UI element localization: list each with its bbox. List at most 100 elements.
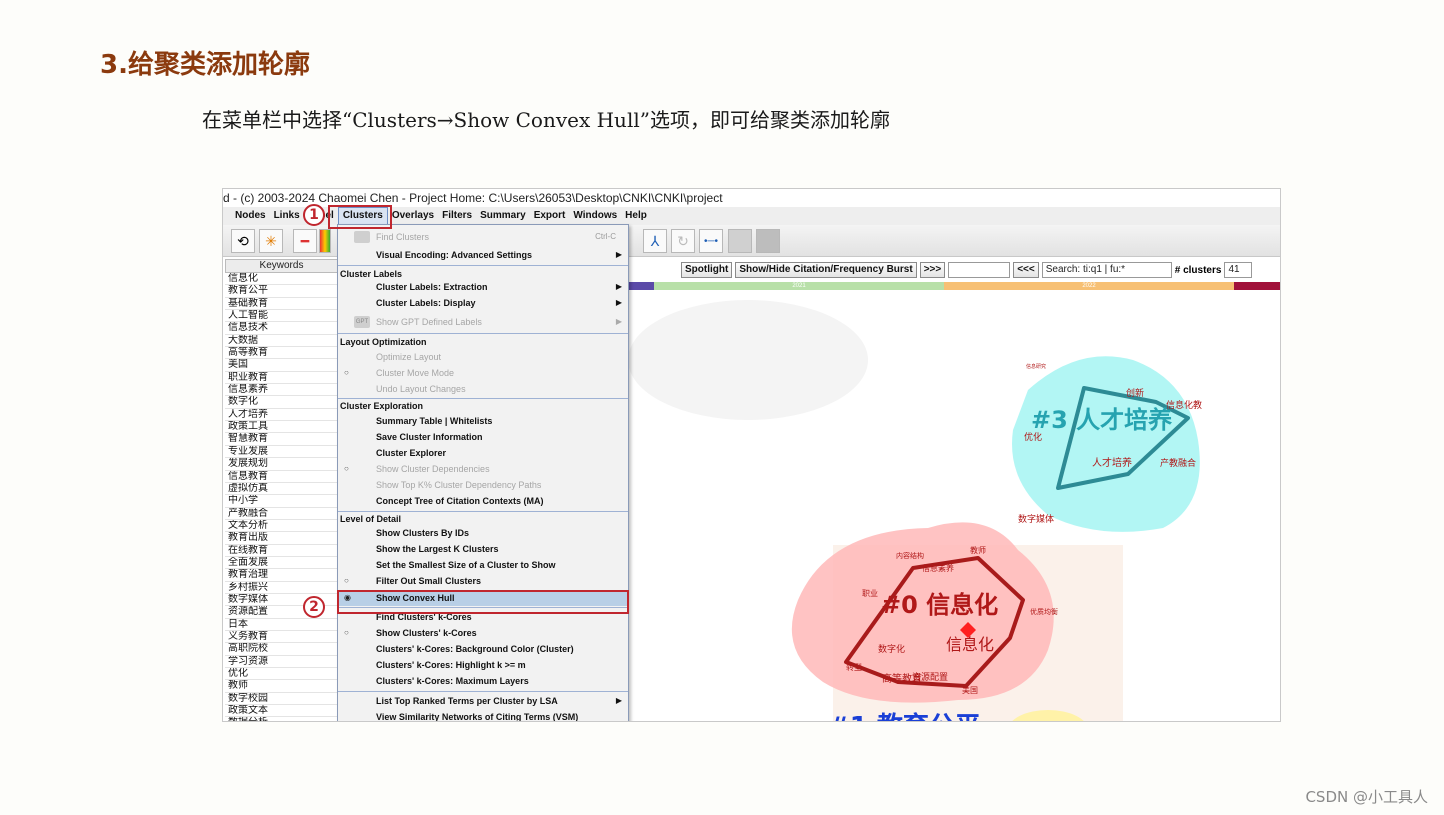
cluster-3-label[interactable]: #3 人才培养: [1031, 406, 1172, 434]
menu-cluster-dependencies[interactable]: ○ Show Cluster Dependencies: [338, 461, 628, 477]
keyword-item[interactable]: 专业发展: [225, 446, 338, 459]
menu-cluster-explorer[interactable]: Cluster Explorer: [338, 445, 628, 461]
keyword-item[interactable]: 政策工具: [225, 421, 338, 434]
menu-cluster-move-mode[interactable]: ○ Cluster Move Mode: [338, 365, 628, 381]
menu-help[interactable]: Help: [621, 207, 651, 225]
keyword-item[interactable]: 数字校园: [225, 693, 338, 706]
keyword-item[interactable]: 大数据: [225, 335, 338, 348]
keyword-item[interactable]: 基础教育: [225, 298, 338, 311]
cluster-3-term[interactable]: 创新: [1126, 387, 1144, 398]
menu-summary-table[interactable]: Summary Table | Whitelists: [338, 413, 628, 429]
keyword-item[interactable]: 乡村振兴: [225, 582, 338, 594]
keyword-item[interactable]: 人工智能: [225, 310, 338, 323]
menu-save-cluster-info[interactable]: Save Cluster Information: [338, 429, 628, 445]
color-icon[interactable]: [319, 229, 331, 253]
menu-kcores-highlight[interactable]: Clusters' k-Cores: Highlight k >= m: [338, 657, 628, 673]
keyword-item[interactable]: 信息素养: [225, 384, 338, 397]
rotate-icon[interactable]: ↻: [671, 229, 695, 253]
export-icon[interactable]: [756, 229, 780, 253]
menu-clusters-by-ids[interactable]: Show Clusters By IDs: [338, 525, 628, 541]
menu-filter-small-clusters[interactable]: ○ Filter Out Small Clusters: [338, 573, 628, 589]
line-icon[interactable]: ━: [293, 229, 317, 253]
menu-gpt-labels[interactable]: GPT Show GPT Defined Labels ▶: [338, 314, 628, 330]
keyword-item[interactable]: 教育公平: [225, 285, 338, 298]
menu-overlays[interactable]: Overlays: [388, 207, 438, 225]
keyword-item[interactable]: 优化: [225, 668, 338, 681]
blank-field[interactable]: [948, 262, 1011, 278]
cluster-1-label[interactable]: #1 教育公平: [828, 711, 981, 722]
menu-windows[interactable]: Windows: [569, 207, 621, 225]
keyword-item[interactable]: 教育治理: [225, 569, 338, 582]
cluster-0-term[interactable]: 美国: [962, 685, 978, 695]
cluster-3-term[interactable]: 优化: [1024, 431, 1042, 442]
search-input[interactable]: Search: ti:q1 | fu:*: [1041, 262, 1172, 278]
clusters-count-field[interactable]: 41: [1224, 262, 1253, 278]
keyword-item[interactable]: 数字化: [225, 396, 338, 409]
menu-links[interactable]: Links: [270, 207, 304, 225]
keyword-item[interactable]: 教师: [225, 680, 338, 693]
cluster-0-term[interactable]: 数字化: [878, 643, 905, 654]
menu-find-clusters[interactable]: Find Clusters Ctrl-C: [338, 229, 628, 245]
refresh-icon[interactable]: ⟲: [231, 229, 255, 253]
keyword-item[interactable]: 中小学: [225, 495, 338, 508]
cluster-0-term[interactable]: 信息化: [946, 636, 994, 654]
menu-summary[interactable]: Summary: [476, 207, 530, 225]
timeline-icon[interactable]: •─•: [699, 229, 723, 253]
keyword-item[interactable]: 智慧教育: [225, 433, 338, 446]
menu-smallest-size[interactable]: Set the Smallest Size of a Cluster to Sh…: [338, 557, 628, 573]
keyword-item[interactable]: 学习资源: [225, 656, 338, 668]
keyword-item[interactable]: 教育出版: [225, 532, 338, 545]
menu-nodes[interactable]: Nodes: [231, 207, 270, 225]
keyword-item[interactable]: 日本: [225, 619, 338, 631]
keyword-item[interactable]: 信息教育: [225, 471, 338, 483]
menu-labels-display[interactable]: Cluster Labels: Display ▶: [338, 295, 628, 311]
network-canvas[interactable]: #3 人才培养 信息研究 创新 信息化教 优化 人才培养 产教融合 数字媒体 #…: [628, 290, 1280, 722]
keyword-item[interactable]: 人才培养: [225, 409, 338, 422]
menu-visual-encoding[interactable]: Visual Encoding: Advanced Settings ▶: [338, 247, 628, 263]
menu-largest-k[interactable]: Show the Largest K Clusters: [338, 541, 628, 557]
keyword-item[interactable]: 发展规划: [225, 458, 338, 471]
menu-lsa-terms[interactable]: List Top Ranked Terms per Cluster by LSA…: [338, 693, 628, 709]
menu-export[interactable]: Export: [530, 207, 570, 225]
network-icon[interactable]: ⅄: [643, 229, 667, 253]
keyword-item[interactable]: 美国: [225, 359, 338, 372]
keyword-item[interactable]: 义务教育: [225, 631, 338, 644]
menu-undo-layout[interactable]: Undo Layout Changes: [338, 381, 628, 397]
cluster-0-term[interactable]: 优质均衡: [1030, 607, 1058, 616]
cluster-3-term[interactable]: 产教融合: [1160, 457, 1196, 468]
prev-button[interactable]: <<<: [1013, 262, 1039, 278]
burst-icon[interactable]: ✳: [259, 229, 283, 253]
menu-concept-tree[interactable]: Concept Tree of Citation Contexts (MA): [338, 493, 628, 509]
keyword-item[interactable]: 虚拟仿真: [225, 483, 338, 496]
menu-vsm-networks[interactable]: View Similarity Networks of Citing Terms…: [338, 709, 628, 721]
keyword-item[interactable]: 信息化: [225, 273, 338, 286]
keyword-item[interactable]: 信息技术: [225, 322, 338, 335]
cluster-3-term[interactable]: 信息研究: [1026, 363, 1046, 370]
cluster-0-term[interactable]: 信息素养: [922, 563, 954, 573]
cluster-0-term[interactable]: 内容结构: [896, 551, 924, 560]
menu-top-k-paths[interactable]: Show Top K% Cluster Dependency Paths: [338, 477, 628, 493]
keyword-item[interactable]: 数据分析: [225, 717, 338, 721]
cluster-3-area[interactable]: [1012, 356, 1200, 532]
burst-toggle-button[interactable]: Show/Hide Citation/Frequency Burst: [735, 262, 917, 278]
cluster-0-term[interactable]: 资源配置: [912, 672, 948, 682]
keyword-item[interactable]: 职业教育: [225, 372, 338, 385]
keyword-item[interactable]: 在线教育: [225, 545, 338, 557]
keyword-item[interactable]: 文本分析: [225, 520, 338, 533]
keyword-item[interactable]: 高职院校: [225, 643, 338, 656]
keyword-item[interactable]: 政策文本: [225, 705, 338, 718]
menu-show-kcores[interactable]: ○ Show Clusters' k-Cores: [338, 625, 628, 641]
cluster-0-label[interactable]: #0 信息化: [881, 591, 998, 619]
cluster-0-term[interactable]: 职业: [862, 588, 878, 598]
cluster-3-term[interactable]: 信息化教: [1166, 399, 1202, 410]
menu-kcores-max-layers[interactable]: Clusters' k-Cores: Maximum Layers: [338, 673, 628, 689]
keyword-item[interactable]: 全面发展: [225, 557, 338, 570]
layout-icon[interactable]: [728, 229, 752, 253]
cluster-0-term[interactable]: 转型: [846, 662, 862, 672]
menu-labels-extraction[interactable]: Cluster Labels: Extraction ▶: [338, 279, 628, 295]
menu-kcores-background[interactable]: Clusters' k-Cores: Background Color (Clu…: [338, 641, 628, 657]
keyword-item[interactable]: 高等教育: [225, 347, 338, 360]
cluster-3-term[interactable]: 人才培养: [1092, 456, 1132, 469]
spotlight-button[interactable]: Spotlight: [681, 262, 733, 278]
cluster-3-term[interactable]: 数字媒体: [1018, 513, 1054, 524]
